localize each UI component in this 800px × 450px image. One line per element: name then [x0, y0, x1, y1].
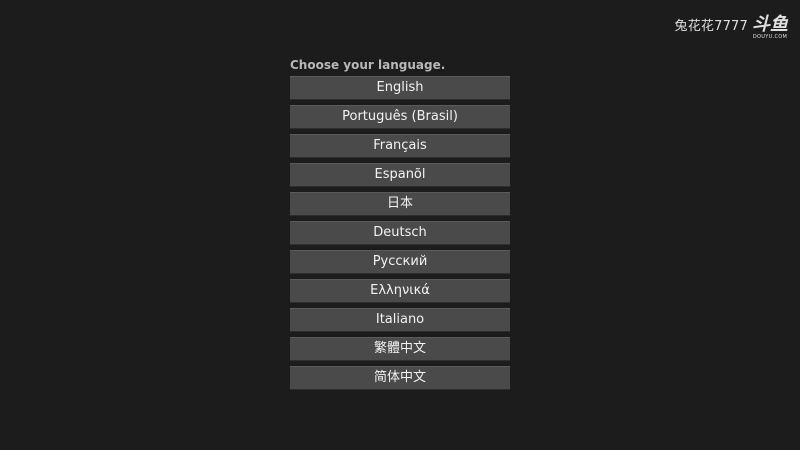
language-option-german[interactable]: Deutsch: [290, 221, 510, 245]
language-option-greek[interactable]: Ελληνικά: [290, 279, 510, 303]
language-option-french[interactable]: Français: [290, 134, 510, 158]
language-option-simplified-chinese[interactable]: 简体中文: [290, 366, 510, 390]
stream-watermark: 兔花花7777 斗鱼 DOUYU.COM: [674, 14, 788, 41]
douyu-logo-text: DOUYU.COM: [752, 34, 788, 40]
language-option-russian[interactable]: Русский: [290, 250, 510, 274]
douyu-logo-mark: 斗鱼: [752, 14, 788, 35]
language-option-spanish[interactable]: Espanõl: [290, 163, 510, 187]
language-option-japanese[interactable]: 日本: [290, 192, 510, 216]
douyu-logo: 斗鱼 DOUYU.COM: [752, 14, 788, 41]
language-option-traditional-chinese[interactable]: 繁體中文: [290, 337, 510, 361]
watermark-username: 兔花花7777: [674, 19, 748, 34]
language-prompt: Choose your language.: [290, 58, 446, 72]
language-select-screen: 兔花花7777 斗鱼 DOUYU.COM Choose your languag…: [0, 0, 800, 450]
language-list: English Português (Brasil) Français Espa…: [290, 76, 510, 390]
language-option-english[interactable]: English: [290, 76, 510, 100]
language-option-portuguese-brasil[interactable]: Português (Brasil): [290, 105, 510, 129]
language-panel: Choose your language. English Português …: [290, 56, 510, 390]
language-option-italian[interactable]: Italiano: [290, 308, 510, 332]
